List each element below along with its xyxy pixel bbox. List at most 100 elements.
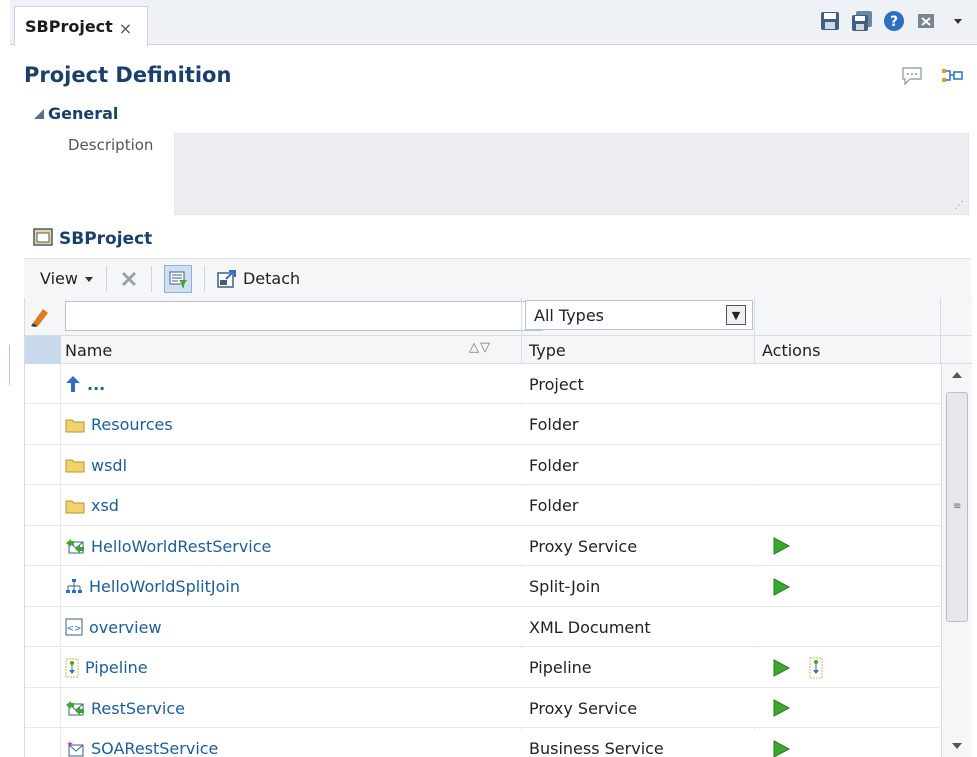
row-type: Proxy Service: [529, 536, 638, 556]
row-name-cell[interactable]: HelloWorldRestService: [65, 526, 271, 566]
select-all-cell[interactable]: [25, 336, 61, 364]
row-selector[interactable]: [25, 485, 61, 526]
row-type: Proxy Service: [529, 698, 638, 718]
view-label: View: [40, 269, 78, 288]
row-name-link[interactable]: HelloWorldRestService: [91, 537, 271, 556]
row-name-link[interactable]: RestService: [91, 699, 185, 718]
run-icon[interactable]: [771, 577, 791, 597]
close-icon[interactable]: ×: [119, 19, 132, 38]
save-all-icon[interactable]: [851, 10, 873, 32]
row-name-cell[interactable]: <> overview: [65, 607, 162, 647]
business-service-icon: [65, 740, 85, 757]
table-row[interactable]: <> overview XML Document: [25, 607, 940, 647]
table-row[interactable]: xsd Folder: [25, 485, 940, 526]
row-selector[interactable]: [25, 364, 61, 404]
save-icon[interactable]: [819, 10, 841, 32]
pipeline-action-icon[interactable]: [809, 657, 823, 679]
section-general[interactable]: General: [34, 104, 118, 123]
xml-document-icon: <>: [65, 618, 83, 636]
resize-grip-icon[interactable]: ⋰: [954, 200, 964, 211]
row-name-cell[interactable]: xsd: [65, 486, 119, 526]
scroll-thumb[interactable]: ≡: [946, 392, 968, 622]
row-selector[interactable]: [25, 647, 61, 688]
chevron-down-icon[interactable]: [947, 10, 969, 32]
detach-button[interactable]: Detach: [217, 269, 300, 289]
svg-text:?: ?: [890, 14, 898, 30]
row-name-cell[interactable]: ...: [65, 364, 105, 404]
row-name-cell[interactable]: SOARestService: [65, 729, 218, 757]
column-name[interactable]: Name: [65, 341, 112, 360]
close-editor-icon[interactable]: [915, 10, 937, 32]
filter-toggle-icon[interactable]: [163, 264, 192, 293]
table-row[interactable]: Resources Folder: [25, 404, 940, 445]
row-name-cell[interactable]: RestService: [65, 688, 185, 728]
run-icon[interactable]: [771, 698, 791, 718]
dependency-icon[interactable]: [941, 66, 963, 90]
vertical-scrollbar[interactable]: ≡: [941, 364, 972, 757]
table-row[interactable]: HelloWorldRestService Proxy Service: [25, 526, 940, 566]
row-name-link[interactable]: HelloWorldSplitJoin: [89, 577, 240, 596]
run-icon[interactable]: [771, 536, 791, 556]
table-row[interactable]: SOARestService Business Service: [25, 728, 940, 757]
table-body: ... Project Resources Folder wsdl Folder xsd Fo…: [25, 364, 940, 757]
comment-icon[interactable]: [901, 66, 923, 90]
row-name-link[interactable]: ...: [87, 375, 105, 394]
clear-filter-icon[interactable]: [29, 305, 51, 331]
svg-text:<>: <>: [66, 624, 81, 634]
run-icon[interactable]: [771, 658, 791, 678]
row-type: Project: [529, 374, 584, 394]
table-row[interactable]: Pipeline Pipeline: [25, 647, 940, 688]
row-name-link[interactable]: Pipeline: [85, 658, 148, 677]
row-name-link[interactable]: wsdl: [91, 456, 127, 475]
tab-sbproject[interactable]: SBProject ×: [14, 6, 148, 46]
sort-icon[interactable]: △▽: [469, 340, 491, 355]
row-name-link[interactable]: xsd: [91, 496, 119, 515]
project-label: SBProject: [59, 229, 153, 249]
run-icon[interactable]: [771, 739, 791, 757]
table-row[interactable]: HelloWorldSplitJoin Split-Join: [25, 566, 940, 607]
row-name-link[interactable]: overview: [89, 618, 162, 637]
section-general-label: General: [48, 104, 119, 123]
row-name-cell[interactable]: HelloWorldSplitJoin: [65, 567, 240, 607]
view-menu[interactable]: View: [40, 269, 94, 288]
row-type: Pipeline: [529, 658, 592, 677]
row-name-cell[interactable]: wsdl: [65, 445, 127, 485]
project-icon: [33, 228, 53, 250]
table-row[interactable]: ... Project: [25, 364, 940, 404]
row-name-cell[interactable]: Pipeline: [65, 648, 148, 688]
help-icon[interactable]: ?: [883, 10, 905, 32]
proxy-service-icon: [65, 699, 85, 717]
row-selector[interactable]: [25, 526, 61, 566]
row-selector[interactable]: [25, 404, 61, 445]
scroll-down-icon[interactable]: [952, 743, 962, 749]
row-selector[interactable]: [25, 607, 61, 647]
delete-icon[interactable]: [119, 269, 139, 289]
row-selector[interactable]: [25, 566, 61, 607]
table-row[interactable]: RestService Proxy Service: [25, 688, 940, 728]
row-selector[interactable]: [25, 728, 61, 757]
row-actions: [771, 526, 791, 566]
type-filter-value: All Types: [534, 305, 605, 325]
disclosure-triangle-icon[interactable]: [34, 108, 44, 119]
column-type[interactable]: Type: [529, 341, 566, 360]
row-actions: [771, 567, 791, 607]
row-type: Folder: [529, 455, 579, 475]
row-type: Split-Join: [529, 577, 601, 596]
type-filter-select[interactable]: All Types ▼: [525, 300, 753, 330]
row-selector[interactable]: [25, 688, 61, 728]
page-title: Project Definition: [24, 63, 232, 87]
name-filter-input[interactable]: [65, 301, 543, 331]
row-name-cell[interactable]: Resources: [65, 405, 173, 445]
folder-icon: [65, 417, 85, 433]
scroll-up-icon[interactable]: [952, 372, 962, 378]
description-field[interactable]: ⋰: [174, 133, 969, 215]
row-actions: [771, 648, 823, 688]
row-name-link[interactable]: Resources: [91, 415, 173, 434]
row-name-link[interactable]: SOARestService: [91, 739, 218, 757]
row-actions: [771, 729, 791, 757]
row-selector[interactable]: [25, 445, 61, 485]
chevron-down-icon[interactable]: ▼: [726, 305, 746, 325]
filter-row: All Types ▼: [25, 298, 972, 336]
table-row[interactable]: wsdl Folder: [25, 445, 940, 485]
chevron-down-icon: [84, 276, 93, 282]
